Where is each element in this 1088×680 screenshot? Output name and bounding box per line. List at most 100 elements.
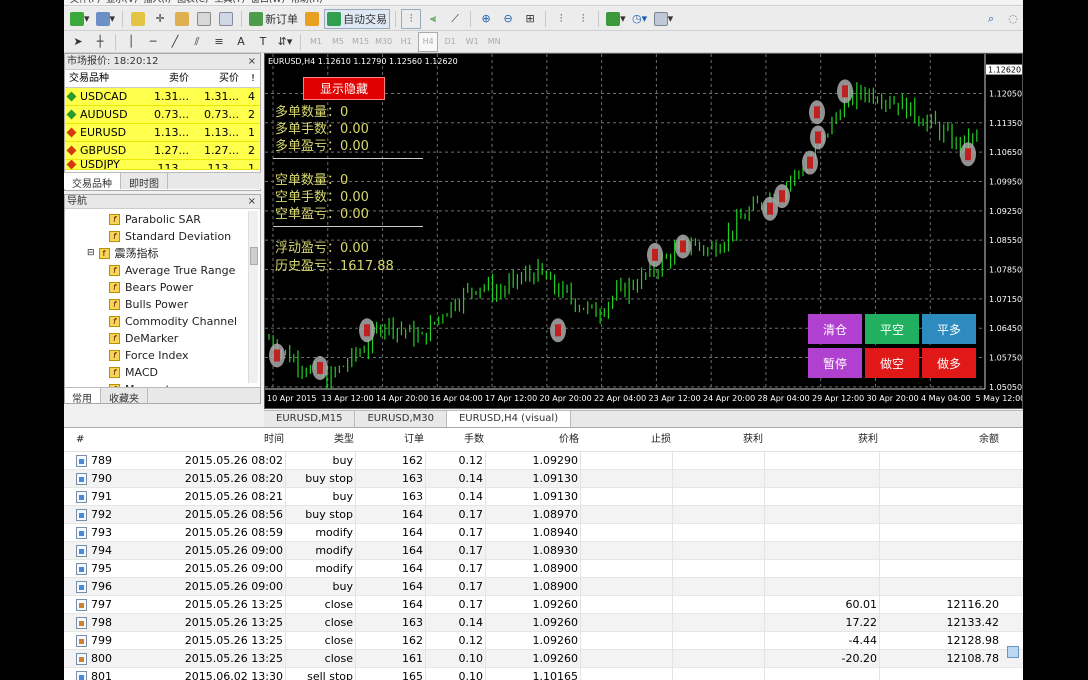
indicators-icon[interactable]: ▾ [604, 9, 628, 29]
close-long-button[interactable]: 平多 [922, 314, 976, 344]
col-tp[interactable]: 获利 [673, 428, 765, 451]
navigator-item[interactable]: f Parabolic SAR [65, 211, 260, 228]
crosshair-icon[interactable]: ┼ [90, 32, 110, 52]
cursor-icon[interactable]: ➤ [68, 32, 88, 52]
navigator-item[interactable]: f Force Index [65, 347, 260, 364]
auto-trading-button[interactable]: 自动交易 [324, 8, 391, 29]
col-balance[interactable]: 余额 [880, 428, 1003, 451]
table-row[interactable]: 796 2015.05.26 09:00 buy 164 0.17 1.08900 [64, 578, 1023, 596]
horizontal-line-icon[interactable]: ─ [143, 32, 163, 52]
col-bid[interactable]: 卖价 [137, 70, 193, 87]
search-icon[interactable]: ⌕ [981, 9, 1001, 29]
channel-icon[interactable]: ⫽ [187, 32, 207, 52]
chart-tab-h4-visual[interactable]: EURUSD,H4 (visual) [446, 411, 572, 427]
table-scrollbar-thumb[interactable] [1007, 646, 1019, 658]
periods-icon[interactable]: ◷▾ [630, 9, 650, 29]
tf-h4[interactable]: H4 [418, 31, 439, 52]
col-sl[interactable]: 止损 [581, 428, 673, 451]
metaeditor-icon[interactable] [302, 9, 322, 29]
table-row[interactable]: 790 2015.05.26 08:20 buy stop 163 0.14 1.0913… [64, 470, 1023, 488]
tf-h1[interactable]: H1 [396, 32, 416, 52]
table-row[interactable]: 801 2015.06.02 13:30 sell stop 165 0.10 1.101… [64, 668, 1023, 680]
sell-short-button[interactable]: 做空 [865, 348, 919, 378]
navigator-item[interactable]: f Bulls Power [65, 296, 260, 313]
pause-button[interactable]: 暂停 [808, 348, 862, 378]
tab-tick-chart[interactable]: 即时图 [121, 173, 168, 190]
navigator-item[interactable]: f Commodity Channel [65, 313, 260, 330]
tester-icon[interactable] [216, 9, 236, 29]
table-row[interactable]: 789 2015.05.26 08:02 buy 162 0.12 1.09290 [64, 452, 1023, 470]
chat-icon[interactable]: ◌ [1003, 9, 1023, 29]
arrows-icon[interactable]: ⇵▾ [275, 32, 295, 52]
tile-windows-icon[interactable]: ⊞ [520, 9, 540, 29]
line-chart-icon[interactable]: ⟋ [445, 9, 465, 29]
market-watch-row[interactable]: USDCAD 1.31... 1.31... 4 [65, 88, 260, 106]
table-row[interactable]: 799 2015.05.26 13:25 close 162 0.12 1.09260 -4… [64, 632, 1023, 650]
navigator-item[interactable]: f Standard Deviation [65, 228, 260, 245]
close-icon[interactable]: × [248, 54, 256, 69]
tab-common[interactable]: 常用 [65, 388, 101, 403]
tab-symbols[interactable]: 交易品种 [64, 173, 121, 190]
templates-icon[interactable]: ▾ [652, 9, 676, 29]
col-order[interactable]: 订单 [356, 428, 426, 451]
col-time[interactable]: 时间 [134, 428, 286, 451]
navigator-item[interactable]: f Bears Power [65, 279, 260, 296]
navigator-item[interactable]: f Average True Range [65, 262, 260, 279]
text-icon[interactable]: A [231, 32, 251, 52]
navigator-icon[interactable] [172, 9, 192, 29]
data-window-icon[interactable]: ✛ [150, 9, 170, 29]
market-watch-row[interactable]: GBPUSD 1.27... 1.27... 2 [65, 142, 260, 160]
col-num[interactable]: # [64, 428, 134, 451]
zoom-out-icon[interactable]: ⊖ [498, 9, 518, 29]
vertical-line-icon[interactable]: │ [121, 32, 141, 52]
close-icon[interactable]: × [248, 195, 256, 208]
tf-m30[interactable]: M30 [373, 32, 394, 52]
col-ask[interactable]: 买价 [193, 70, 243, 87]
fibonacci-icon[interactable]: ≡ [209, 32, 229, 52]
navigator-item[interactable]: f MACD [65, 364, 260, 381]
chart-shift-icon[interactable]: ⫶ [573, 9, 593, 29]
new-chart-icon[interactable]: ▾ [68, 9, 92, 29]
market-watch-row[interactable]: AUDUSD 0.73... 0.73... 2 [65, 106, 260, 124]
col-spread[interactable]: ! [243, 70, 255, 87]
candlestick-icon[interactable]: ⫷ [423, 9, 443, 29]
table-row[interactable]: 798 2015.05.26 13:25 close 163 0.14 1.09260 17… [64, 614, 1023, 632]
table-row[interactable]: 800 2015.05.26 13:25 close 161 0.10 1.09260 -2… [64, 650, 1023, 668]
table-row[interactable]: 794 2015.05.26 09:00 modify 164 0.17 1.08930 [64, 542, 1023, 560]
navigator-item[interactable]: f DeMarker [65, 330, 260, 347]
show-hide-button[interactable]: 显示隐藏 [303, 77, 385, 100]
chart-tab-m30[interactable]: EURUSD,M30 [355, 411, 447, 427]
trendline-icon[interactable]: ╱ [165, 32, 185, 52]
bar-chart-icon[interactable]: ⫶ [401, 8, 422, 29]
table-row[interactable]: 797 2015.05.26 13:25 close 164 0.17 1.09260 60… [64, 596, 1023, 614]
zoom-in-icon[interactable]: ⊕ [476, 9, 496, 29]
tf-w1[interactable]: W1 [462, 32, 482, 52]
table-row[interactable]: 795 2015.05.26 09:00 modify 164 0.17 1.08900 [64, 560, 1023, 578]
table-row[interactable]: 792 2015.05.26 08:56 buy stop 164 0.17 1.0897… [64, 506, 1023, 524]
chart-window[interactable]: 1.12620 1.12050 1.11350 1.10650 1.09950 1.092… [264, 53, 1023, 409]
table-row[interactable]: 791 2015.05.26 08:21 buy 163 0.14 1.09130 [64, 488, 1023, 506]
col-profit[interactable]: 获利 [765, 428, 880, 451]
collapse-icon[interactable]: ⊟ [87, 245, 95, 262]
tf-m15[interactable]: M15 [350, 32, 371, 52]
close-short-button[interactable]: 平空 [865, 314, 919, 344]
table-row[interactable]: 793 2015.05.26 08:59 modify 164 0.17 1.08940 [64, 524, 1023, 542]
col-price[interactable]: 价格 [486, 428, 581, 451]
tab-favorites[interactable]: 收藏夹 [101, 388, 148, 403]
buy-long-button[interactable]: 做多 [922, 348, 976, 378]
col-lots[interactable]: 手数 [426, 428, 486, 451]
new-order-button[interactable]: 新订单 [247, 9, 300, 29]
tf-m1[interactable]: M1 [306, 32, 326, 52]
navigator-scrollbar[interactable] [248, 211, 258, 383]
clear-all-button[interactable]: 清仓 [808, 314, 862, 344]
terminal-icon[interactable] [194, 9, 214, 29]
autoscroll-icon[interactable]: ⫶ [551, 9, 571, 29]
market-watch-row[interactable]: EURUSD 1.13... 1.13... 1 [65, 124, 260, 142]
tf-mn[interactable]: MN [484, 32, 504, 52]
market-watch-row[interactable]: USDJPY 113... 113... 1 [65, 160, 260, 170]
chart-tab-m15[interactable]: EURUSD,M15 [264, 411, 356, 427]
tf-m5[interactable]: M5 [328, 32, 348, 52]
label-icon[interactable]: T [253, 32, 273, 52]
profiles-icon[interactable]: ▾ [94, 9, 118, 29]
col-symbol[interactable]: 交易品种 [65, 70, 137, 87]
